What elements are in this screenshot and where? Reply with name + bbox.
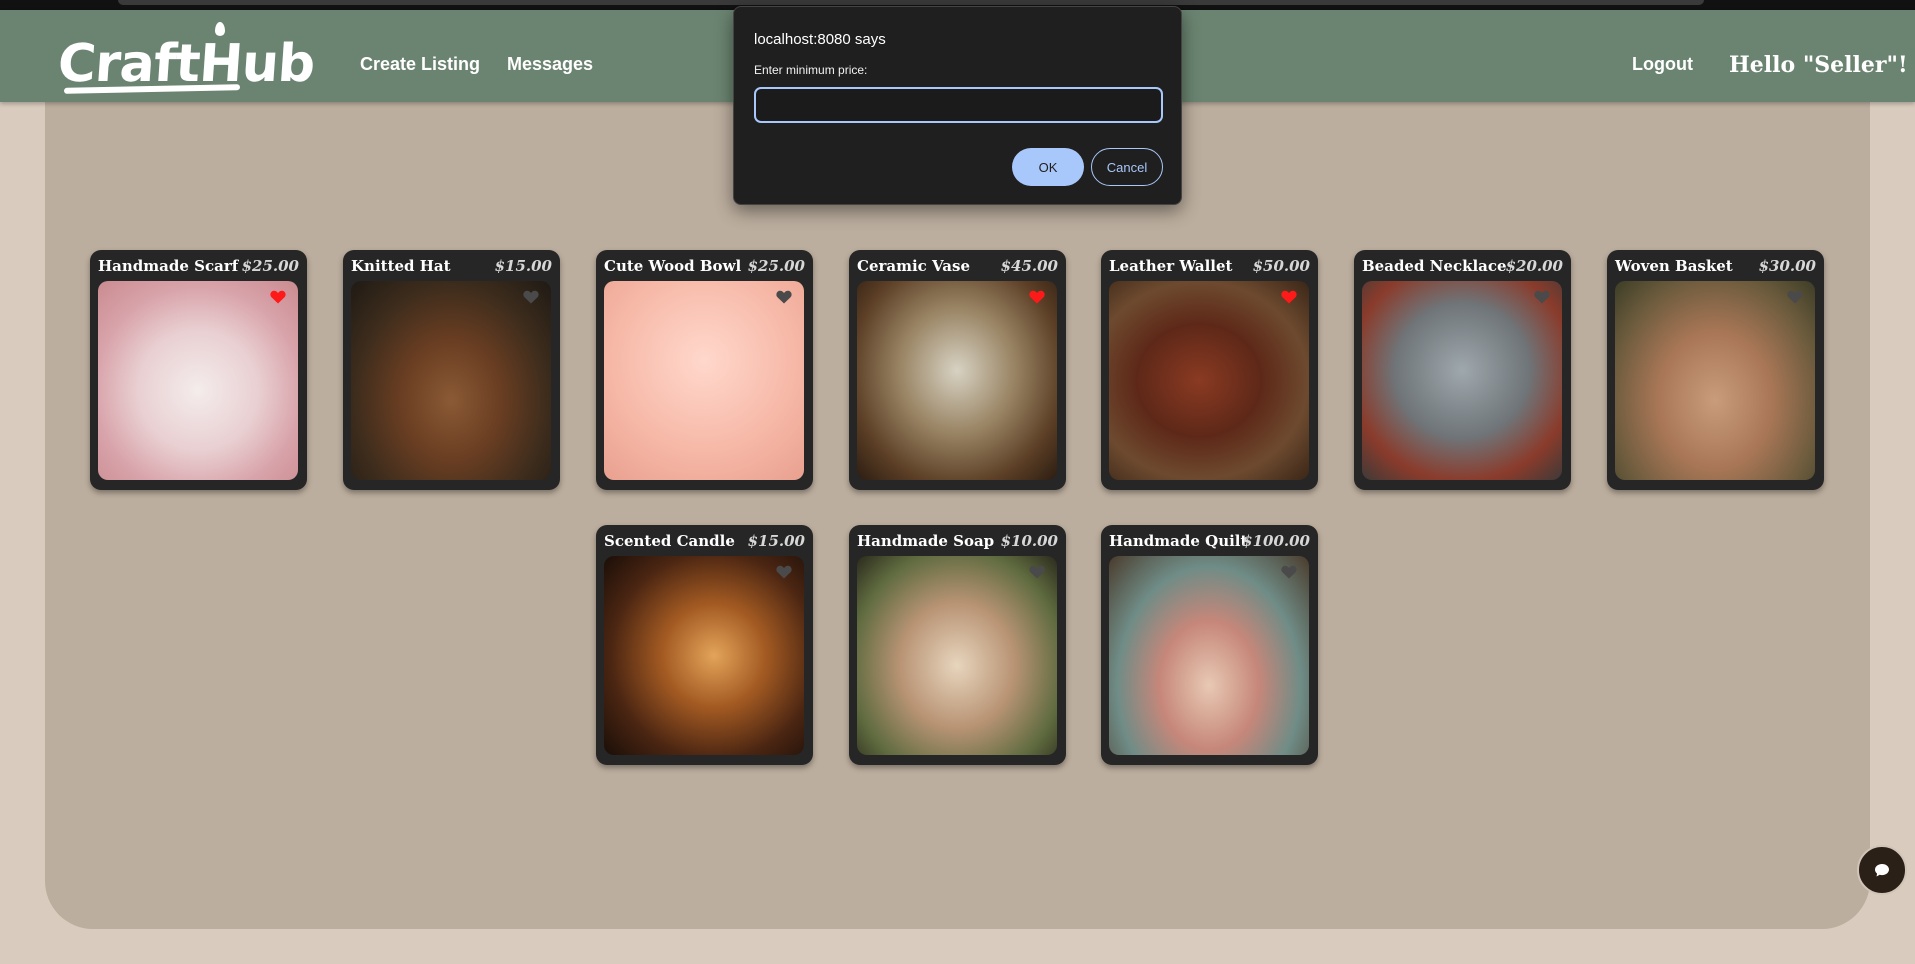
product-image-necklace[interactable] — [1362, 281, 1562, 480]
product-title: Woven Basket — [1615, 257, 1733, 275]
listings-panel — [45, 95, 1870, 929]
product-price: $10.00 — [1000, 532, 1058, 550]
product-image-soap[interactable] — [857, 556, 1057, 755]
product-price: $50.00 — [1252, 257, 1310, 275]
product-title: Ceramic Vase — [857, 257, 970, 275]
product-title: Leather Wallet — [1109, 257, 1233, 275]
crafthub-logo[interactable]: CraftHub — [56, 22, 316, 94]
logout-link[interactable]: Logout — [1632, 54, 1693, 75]
heart-icon[interactable] — [1534, 290, 1550, 304]
product-price: $20.00 — [1505, 257, 1563, 275]
product-card[interactable]: Knitted Hat $15.00 — [343, 250, 560, 490]
product-price: $25.00 — [241, 257, 299, 275]
product-price: $15.00 — [747, 532, 805, 550]
cancel-button[interactable]: Cancel — [1091, 148, 1163, 186]
heart-icon[interactable] — [776, 290, 792, 304]
product-price: $100.00 — [1242, 532, 1310, 550]
product-price: $25.00 — [747, 257, 805, 275]
product-card[interactable]: Woven Basket $30.00 — [1607, 250, 1824, 490]
product-image-bowl[interactable] — [604, 281, 804, 480]
product-price: $15.00 — [494, 257, 552, 275]
create-listing-link[interactable]: Create Listing — [360, 54, 480, 75]
browser-address-bar — [118, 0, 1704, 5]
product-title: Cute Wood Bowl — [604, 257, 742, 275]
heart-icon[interactable] — [523, 290, 539, 304]
product-title: Handmade Scarf — [98, 257, 239, 275]
minimum-price-input[interactable] — [754, 87, 1163, 123]
dialog-title: localhost:8080 says — [754, 31, 886, 48]
messages-link[interactable]: Messages — [507, 54, 593, 75]
product-image-scarf[interactable] — [98, 281, 298, 480]
product-image-wallet[interactable] — [1109, 281, 1309, 480]
heart-icon[interactable] — [270, 290, 286, 304]
heart-icon[interactable] — [1029, 290, 1045, 304]
chat-bubble-icon — [1875, 864, 1889, 877]
logo-drop-icon — [215, 22, 225, 36]
heart-icon[interactable] — [1281, 290, 1297, 304]
product-image-vase[interactable] — [857, 281, 1057, 480]
product-title: Handmade Quilt — [1109, 532, 1248, 550]
product-title: Knitted Hat — [351, 257, 451, 275]
product-card[interactable]: Beaded Necklace $20.00 — [1354, 250, 1571, 490]
product-image-basket[interactable] — [1615, 281, 1815, 480]
heart-icon[interactable] — [776, 565, 792, 579]
product-image-candle[interactable] — [604, 556, 804, 755]
prompt-dialog: localhost:8080 says Enter minimum price:… — [733, 6, 1182, 205]
dialog-message: Enter minimum price: — [754, 63, 868, 77]
user-greeting: Hello "Seller"! — [1729, 52, 1908, 78]
product-price: $45.00 — [1000, 257, 1058, 275]
product-image-quilt[interactable] — [1109, 556, 1309, 755]
heart-icon[interactable] — [1787, 290, 1803, 304]
product-price: $30.00 — [1758, 257, 1816, 275]
product-title: Beaded Necklace — [1362, 257, 1507, 275]
product-card[interactable]: Ceramic Vase $45.00 — [849, 250, 1066, 490]
product-title: Scented Candle — [604, 532, 735, 550]
ok-button[interactable]: OK — [1012, 148, 1084, 186]
product-card[interactable]: Handmade Quilt $100.00 — [1101, 525, 1318, 765]
heart-icon[interactable] — [1029, 565, 1045, 579]
product-card[interactable]: Leather Wallet $50.00 — [1101, 250, 1318, 490]
heart-icon[interactable] — [1281, 565, 1297, 579]
product-card[interactable]: Cute Wood Bowl $25.00 — [596, 250, 813, 490]
product-image-hat[interactable] — [351, 281, 551, 480]
chat-button[interactable] — [1857, 845, 1907, 895]
product-card[interactable]: Scented Candle $15.00 — [596, 525, 813, 765]
product-title: Handmade Soap — [857, 532, 995, 550]
product-card[interactable]: Handmade Soap $10.00 — [849, 525, 1066, 765]
product-card[interactable]: Handmade Scarf $25.00 — [90, 250, 307, 490]
